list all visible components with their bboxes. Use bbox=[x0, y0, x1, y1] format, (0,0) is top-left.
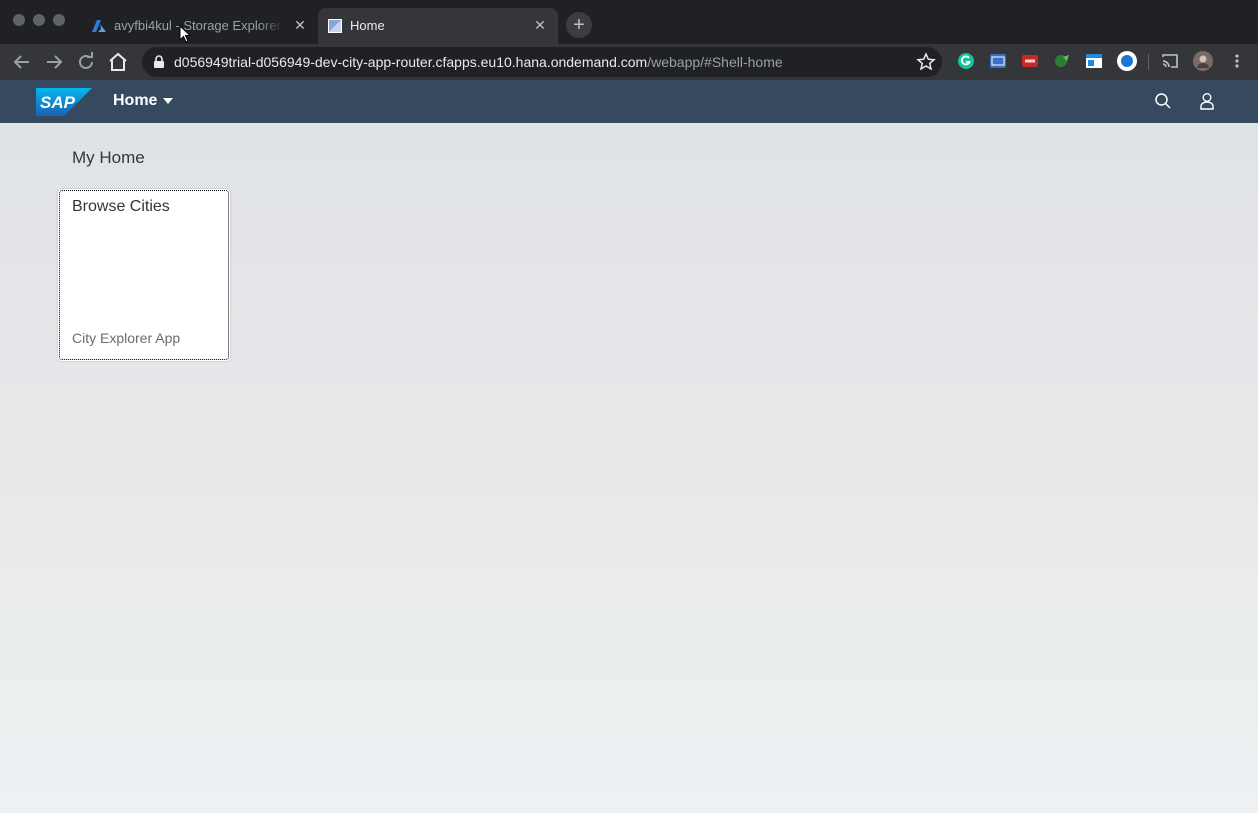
azure-icon bbox=[92, 20, 106, 32]
shell-bar: SAP Home bbox=[0, 80, 1258, 123]
close-icon[interactable]: ✕ bbox=[532, 17, 548, 33]
url-text: d056949trial-d056949-dev-city-app-router… bbox=[174, 54, 783, 70]
window-close-button[interactable] bbox=[13, 14, 25, 26]
window-maximize-button[interactable] bbox=[53, 14, 65, 26]
launchpad-content: My Home Browse Cities City Explorer App bbox=[0, 123, 1258, 813]
tab-title: avyfbi4kul - Storage Explorer ( bbox=[114, 18, 284, 33]
blue-circle-icon[interactable] bbox=[1116, 50, 1138, 72]
back-arrow-icon[interactable] bbox=[10, 50, 34, 74]
reload-icon[interactable] bbox=[74, 50, 98, 74]
new-tab-button[interactable]: + bbox=[566, 12, 592, 38]
sap-logo[interactable]: SAP bbox=[36, 88, 92, 116]
window-icon[interactable] bbox=[1085, 52, 1103, 70]
caret-down-icon bbox=[163, 98, 174, 104]
close-icon[interactable]: ✕ bbox=[292, 17, 308, 33]
tile-title: Browse Cities bbox=[72, 198, 170, 215]
sap-logo-text: SAP bbox=[40, 93, 76, 112]
profile-avatar[interactable] bbox=[1193, 51, 1213, 71]
cors-icon[interactable] bbox=[1021, 52, 1039, 70]
mouse-pointer-icon bbox=[179, 25, 191, 43]
url-host: d056949trial-d056949-dev-city-app-router… bbox=[174, 54, 648, 70]
window-minimize-button[interactable] bbox=[33, 14, 45, 26]
browser-toolbar: d056949trial-d056949-dev-city-app-router… bbox=[0, 44, 1258, 80]
page-title: My Home bbox=[72, 148, 145, 167]
forward-arrow-icon[interactable] bbox=[42, 50, 66, 74]
sass-icon[interactable] bbox=[989, 52, 1007, 70]
home-icon[interactable] bbox=[106, 50, 130, 74]
home-menu-button[interactable]: Home bbox=[113, 92, 174, 110]
user-icon[interactable] bbox=[1198, 92, 1216, 110]
lock-icon[interactable] bbox=[152, 55, 166, 69]
toolbar-divider bbox=[1148, 54, 1149, 70]
tab-storage-explorer[interactable]: avyfbi4kul - Storage Explorer ( ✕ bbox=[82, 8, 318, 44]
bookmark-star-icon[interactable] bbox=[916, 52, 936, 72]
grammarly-icon[interactable] bbox=[957, 52, 975, 70]
green-leaf-icon[interactable] bbox=[1053, 52, 1071, 70]
cast-icon[interactable] bbox=[1161, 52, 1179, 70]
tile-subtitle: City Explorer App bbox=[72, 330, 181, 346]
more-menu-icon[interactable] bbox=[1228, 52, 1246, 70]
url-path: /webapp/#Shell-home bbox=[647, 54, 783, 70]
home-menu-label: Home bbox=[113, 92, 158, 109]
tab-home[interactable]: Home ✕ bbox=[318, 8, 558, 44]
app-favicon-icon bbox=[328, 19, 342, 33]
tile-browse-cities[interactable]: Browse Cities City Explorer App bbox=[58, 189, 230, 361]
address-bar[interactable]: d056949trial-d056949-dev-city-app-router… bbox=[142, 47, 942, 77]
search-icon[interactable] bbox=[1154, 92, 1172, 110]
tab-title: Home bbox=[350, 18, 385, 33]
